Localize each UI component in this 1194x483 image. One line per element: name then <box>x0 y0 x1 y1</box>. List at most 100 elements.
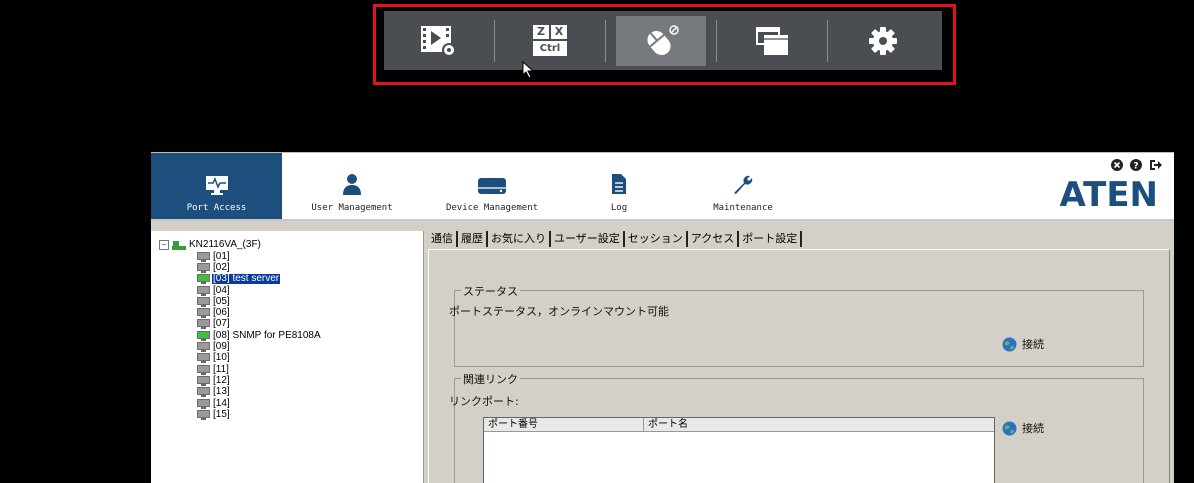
computer-icon <box>197 376 210 386</box>
tree-port-label: [14] <box>213 397 230 409</box>
gear-icon <box>869 26 897 55</box>
tree-port-item[interactable]: [12] <box>197 375 322 386</box>
close-icon[interactable] <box>1111 159 1123 171</box>
tree-port-item[interactable]: [05] <box>197 296 322 307</box>
status-connect-button[interactable]: 接続 <box>1002 336 1044 352</box>
tree-port-item[interactable]: [13] <box>197 387 322 398</box>
related-links-group: 関連リンク リンクポート: ポート番号 ポート名 接続 <box>449 371 1144 483</box>
tree-port-item[interactable]: [04] <box>197 285 322 296</box>
computer-icon <box>197 274 210 285</box>
nav-device-management[interactable]: Device Management <box>422 153 562 219</box>
mouse-pointer-icon <box>522 61 535 79</box>
nav-maintenance[interactable]: Maintenance <box>676 153 810 219</box>
tab-item[interactable]: セッション <box>625 231 688 247</box>
aten-logo: ATEN <box>1059 175 1158 215</box>
port-tree-panel: − KN2116VA_(3F) [01] [02] [03] test server… <box>151 231 424 483</box>
tree-root-label: KN2116VA_(3F) <box>189 239 261 250</box>
link-port-list[interactable]: ポート番号 ポート名 <box>483 417 995 483</box>
tab-bar: 通信 履歴 お気に入り ユーザー設定 セッション アクセス ポート設定 <box>428 231 803 247</box>
tree-port-label: [11] <box>213 363 229 375</box>
link-port-label: リンクポート: <box>449 395 519 408</box>
column-port-name[interactable]: ポート名 <box>644 418 993 431</box>
logout-icon[interactable] <box>1149 159 1162 171</box>
tree-port-list: [01] [02] [03] test server [04] [05] [06] [07]… <box>197 251 322 420</box>
links-connect-button[interactable]: 接続 <box>1002 420 1044 436</box>
tree-port-label: [01] <box>213 250 230 262</box>
tree-port-item[interactable]: [06] <box>197 307 322 319</box>
network-device-icon <box>172 240 186 250</box>
mouse-button[interactable] <box>616 15 706 66</box>
tab-item[interactable]: ユーザー設定 <box>551 231 625 247</box>
tree-port-item[interactable]: [07] <box>197 319 322 330</box>
computer-icon <box>197 342 210 353</box>
tree-port-label: [08] SNMP for PE8108A <box>213 329 321 341</box>
remote-console-toolbar: Z X Ctrl <box>384 11 942 70</box>
tree-port-label: [09] <box>213 341 230 353</box>
nav-label: Maintenance <box>713 203 773 213</box>
nav-log[interactable]: Log <box>562 153 676 219</box>
computer-icon <box>197 409 210 420</box>
nav-label: Port Access <box>186 203 247 213</box>
mouse-icon <box>647 24 679 55</box>
key-ctrl: Ctrl <box>533 41 567 56</box>
tree-port-item[interactable]: [08] SNMP for PE8108A <box>197 330 322 341</box>
tree-port-item[interactable]: [03] test server <box>197 274 322 285</box>
nav-user-management[interactable]: User Management <box>282 153 422 219</box>
settings-button[interactable] <box>838 16 928 66</box>
tab-item[interactable]: 通信 <box>428 231 458 247</box>
connect-label: 接続 <box>1022 422 1044 435</box>
tab-item[interactable]: お気に入り <box>488 231 551 247</box>
top-navigation: Port Access User Management Device Manag… <box>151 153 1174 221</box>
tab-item[interactable]: 履歴 <box>458 231 488 247</box>
tree-port-label: [05] <box>213 295 230 307</box>
hotkey-button[interactable]: Z X Ctrl <box>505 16 595 66</box>
video-settings-icon <box>421 25 456 57</box>
tree-root[interactable]: − KN2116VA_(3F) <box>159 239 261 250</box>
toolbar-separator <box>605 19 606 62</box>
nav-label: Device Management <box>445 203 539 213</box>
computer-icon <box>197 263 210 273</box>
nav-label: Log <box>610 203 628 213</box>
tree-port-label: [03] test server <box>212 273 281 285</box>
computer-icon <box>197 398 210 409</box>
tree-port-item[interactable]: [02] <box>197 262 322 273</box>
status-group-title: ステータス <box>461 283 520 299</box>
tab-content: ステータス ポートステータス，オンラインマウント可能 接続 関連リンク リンクポ… <box>428 249 1170 483</box>
device-icon <box>478 178 506 194</box>
video-settings-button[interactable] <box>394 16 484 66</box>
document-icon <box>612 174 626 194</box>
tab-item[interactable]: アクセス <box>688 231 740 247</box>
computer-icon <box>197 251 210 262</box>
tree-port-item[interactable]: [10] <box>197 353 322 364</box>
tree-port-label: [10] <box>213 352 230 364</box>
toolbar-separator <box>716 19 717 62</box>
tree-port-label: [02] <box>213 261 230 273</box>
column-port-number[interactable]: ポート番号 <box>484 418 644 431</box>
tab-item[interactable]: ポート設定 <box>739 231 803 247</box>
tree-port-item[interactable]: [09] <box>197 341 322 353</box>
keyboard-zx-ctrl-icon: Z X Ctrl <box>533 25 567 56</box>
nav-label: User Management <box>311 203 393 213</box>
nav-port-access[interactable]: Port Access <box>151 153 282 219</box>
monitor-pulse-icon <box>205 176 228 195</box>
tree-port-item[interactable]: [15] <box>197 409 322 420</box>
computer-icon <box>197 319 210 330</box>
computer-icon <box>197 364 210 375</box>
help-icon[interactable]: ? <box>1130 159 1142 171</box>
top-right-icons: ? <box>1111 159 1162 171</box>
tree-port-item[interactable]: [11] <box>197 364 322 375</box>
toolbar-separator <box>494 19 495 62</box>
tree-port-item[interactable]: [01] <box>197 251 322 262</box>
user-icon <box>343 174 361 195</box>
tree-port-label: [13] <box>213 386 230 398</box>
collapse-icon[interactable]: − <box>159 239 169 250</box>
window-mode-button[interactable] <box>727 16 817 66</box>
web-console-window: Port Access User Management Device Manag… <box>151 152 1174 483</box>
status-group: ステータス ポートステータス，オンラインマウント可能 接続 <box>449 283 1144 367</box>
svg-text:?: ? <box>1133 162 1138 172</box>
tree-port-label: [07] <box>213 318 230 330</box>
key-z: Z <box>533 25 549 39</box>
computer-icon <box>197 330 210 341</box>
computer-icon <box>197 387 210 398</box>
tree-port-item[interactable]: [14] <box>197 398 322 409</box>
